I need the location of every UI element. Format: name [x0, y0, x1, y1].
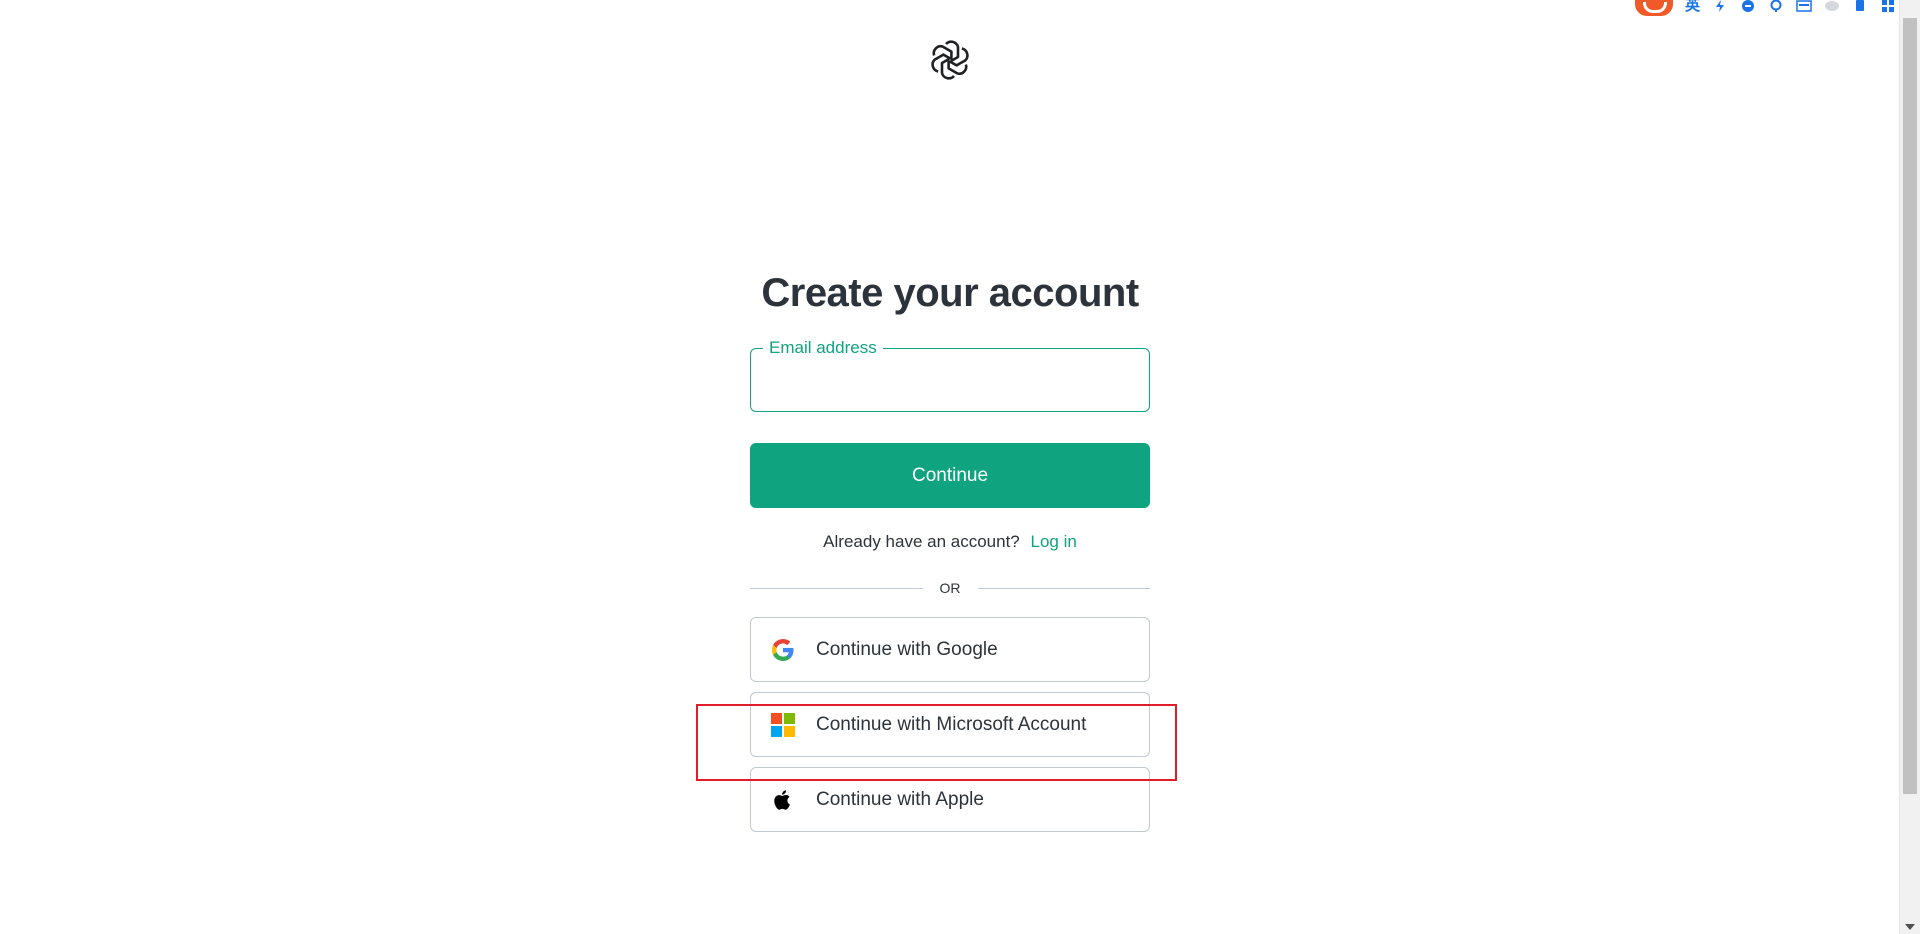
continue-button[interactable]: Continue — [750, 443, 1150, 508]
pin-icon[interactable] — [1768, 0, 1784, 14]
apple-icon — [771, 788, 795, 812]
continue-with-apple-button[interactable]: Continue with Apple — [750, 767, 1150, 832]
or-divider: OR — [750, 578, 1150, 598]
google-icon — [771, 638, 795, 662]
email-input[interactable] — [751, 349, 1149, 411]
page-title: Create your account — [761, 271, 1139, 315]
email-field[interactable]: Email address — [750, 338, 1150, 412]
openai-logo-icon — [929, 39, 971, 81]
keyboard-icon[interactable] — [1796, 0, 1812, 14]
cloud-icon[interactable] — [1824, 0, 1840, 14]
login-prompt: Already have an account? — [823, 532, 1020, 551]
social-button-label: Continue with Microsoft Account — [816, 713, 1087, 735]
login-row: Already have an account? Log in — [750, 530, 1150, 554]
apps-icon[interactable] — [1880, 0, 1896, 14]
scroll-down-icon[interactable] — [1905, 924, 1915, 930]
language-indicator[interactable]: 英 — [1685, 0, 1700, 14]
continue-with-microsoft-button[interactable]: Continue with Microsoft Account — [750, 692, 1150, 757]
signup-form: Create your account Email address Contin… — [750, 258, 1150, 842]
divider-line-right — [977, 587, 1150, 589]
continue-with-google-button[interactable]: Continue with Google — [750, 617, 1150, 682]
page-scrollbar[interactable] — [1899, 0, 1920, 934]
microsoft-icon — [771, 712, 795, 737]
social-button-label: Continue with Google — [816, 638, 998, 660]
sogou-icon[interactable] — [1634, 0, 1673, 16]
scrollbar-thumb[interactable] — [1903, 18, 1917, 794]
extension-tray: 英 — [1634, 0, 1896, 16]
battery-icon[interactable] — [1852, 0, 1868, 14]
page: 英 Create your account Email address Cont… — [0, 0, 1920, 934]
login-link[interactable]: Log in — [1031, 532, 1077, 551]
social-login-list: Continue with Google Continue with Micro… — [750, 617, 1150, 832]
divider-line-left — [750, 587, 923, 589]
shield-icon[interactable] — [1740, 0, 1756, 14]
bolt-icon[interactable] — [1712, 0, 1728, 14]
social-button-label: Continue with Apple — [816, 788, 984, 810]
divider-text: OR — [939, 580, 961, 596]
